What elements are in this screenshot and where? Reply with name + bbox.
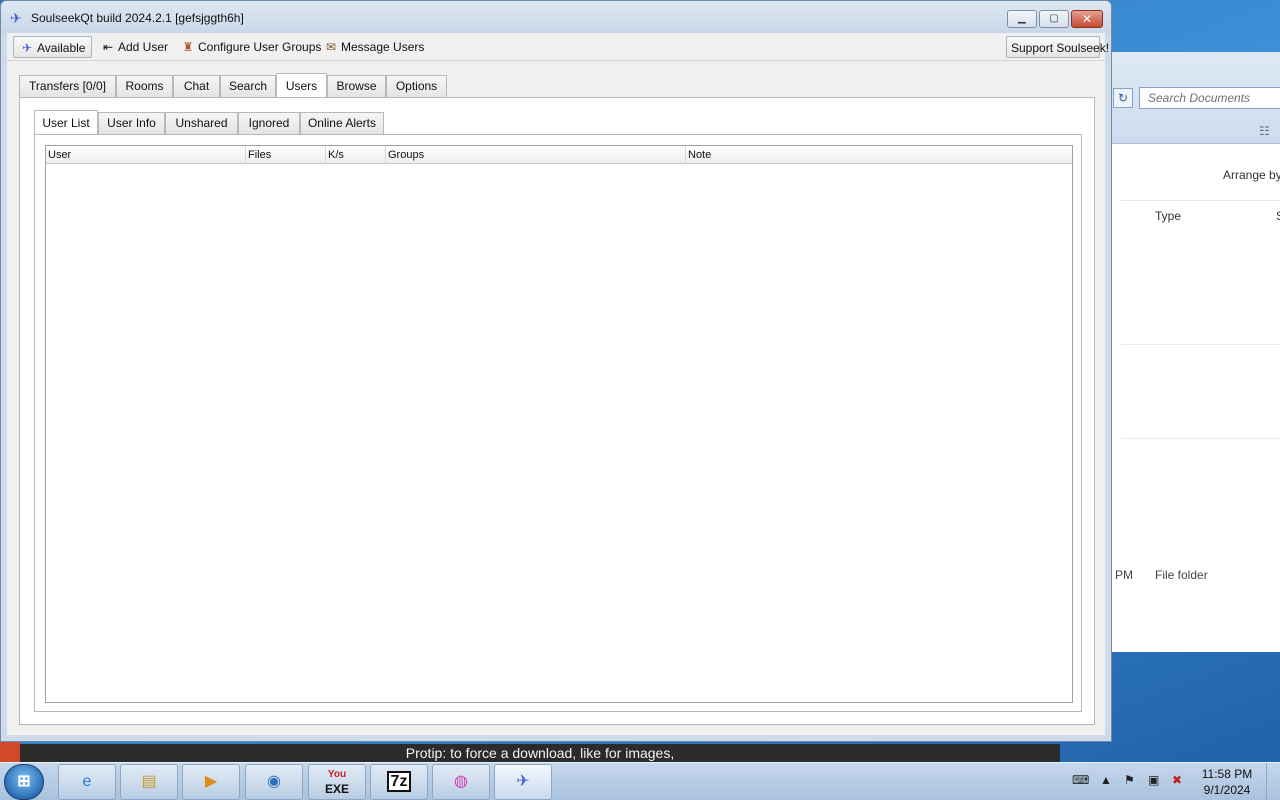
column-header-note[interactable]: Note — [686, 146, 1072, 164]
network-icon[interactable]: ▣ — [1148, 773, 1159, 787]
tab-search[interactable]: Search — [220, 75, 276, 97]
youtube-exe-top-label: You — [327, 769, 347, 780]
minimize-button[interactable]: ▁ — [1007, 10, 1037, 28]
column-header-size[interactable]: S — [1276, 209, 1280, 223]
window-title: SoulseekQt build 2024.2.1 [gefsjggth6h] — [31, 11, 244, 25]
tab-rooms[interactable]: Rooms — [116, 75, 173, 97]
main-toolbar: ✈ Available ⇤ Add User ♜ Configure User Gro… — [7, 33, 1109, 61]
show-hidden-icons-icon[interactable]: ▲ — [1100, 773, 1112, 787]
clock-time: 11:58 PM — [1201, 767, 1253, 781]
column-header-user[interactable]: User — [46, 146, 246, 164]
support-soulseek-button[interactable]: Support Soulseek! — [1006, 36, 1109, 58]
background-accent — [0, 742, 20, 762]
file-explorer-icon[interactable]: ▤ — [120, 764, 178, 800]
maximize-button[interactable]: ▢ — [1039, 10, 1069, 28]
user-groups-icon: ♜ — [182, 40, 194, 54]
youtube-exe-bottom-label: EXE — [324, 782, 349, 796]
file-row-type: File folder — [1155, 568, 1208, 582]
system-clock[interactable]: 11:58 PM 9/1/2024 — [1196, 766, 1258, 798]
volume-muted-icon[interactable]: ✖ — [1172, 773, 1182, 787]
tab-users[interactable]: Users — [276, 73, 327, 97]
divider — [1121, 344, 1280, 345]
configure-user-groups-label: Configure User Groups — [198, 40, 322, 54]
media-player-icon[interactable]: ▶ — [182, 764, 240, 800]
soulseek-window: ✈ SoulseekQt build 2024.2.1 [gefsjggth6h… — [0, 0, 1112, 742]
users-tab-panel: User List User Info Unshared Ignored Onl… — [19, 97, 1095, 725]
browser-globe-icon[interactable]: ◉ — [245, 764, 303, 800]
status-available-label: Available — [37, 41, 86, 55]
configure-user-groups-button[interactable]: ♜ Configure User Groups — [175, 36, 327, 58]
message-users-button[interactable]: ✉ Message Users — [318, 36, 430, 58]
message-icon: ✉ — [325, 40, 337, 54]
column-header-groups[interactable]: Groups — [386, 146, 686, 164]
user-list-table-header: User Files K/s Groups Note — [46, 146, 1072, 164]
subtab-user-info[interactable]: User Info — [98, 112, 165, 134]
tab-browse[interactable]: Browse — [327, 75, 386, 97]
youtube-exe-icon[interactable]: You EXE — [308, 764, 366, 800]
arrange-by-label[interactable]: Arrange by — [1223, 168, 1280, 182]
subtab-unshared[interactable]: Unshared — [165, 112, 238, 134]
add-user-icon: ⇤ — [102, 40, 114, 54]
subtab-online-alerts[interactable]: Online Alerts — [300, 112, 384, 134]
soulseek-app-icon: ✈ — [10, 10, 22, 26]
add-user-button[interactable]: ⇤ Add User — [95, 36, 174, 58]
windows-taskbar: ⊞ e ▤ ▶ ◉ You EXE 7z ◍ ✈ ⌨ ▲ ⚑ ▣ ✖ 11:58… — [0, 762, 1280, 800]
view-options-icon[interactable]: ☷ — [1259, 124, 1270, 138]
7zip-icon[interactable]: 7z — [370, 764, 428, 800]
column-header-type[interactable]: Type — [1155, 209, 1181, 223]
column-header-files[interactable]: Files — [246, 146, 326, 164]
subtab-user-list[interactable]: User List — [34, 110, 98, 134]
close-button[interactable]: ✕ — [1071, 10, 1103, 28]
status-available-button[interactable]: ✈ Available — [13, 36, 92, 58]
file-row-date: PM — [1115, 568, 1133, 582]
search-documents-input[interactable]: Search Documents — [1139, 87, 1280, 109]
column-header-speed[interactable]: K/s — [326, 146, 386, 164]
divider — [1121, 438, 1280, 439]
refresh-icon[interactable]: ↻ — [1113, 88, 1133, 108]
tab-options[interactable]: Options — [386, 75, 447, 97]
divider — [1121, 200, 1280, 201]
video-caption: Protip: to force a download, like for im… — [20, 744, 1060, 762]
show-desktop-button[interactable] — [1266, 763, 1280, 800]
keyboard-icon[interactable]: ⌨ — [1072, 773, 1089, 787]
pink-app-icon[interactable]: ◍ — [432, 764, 490, 800]
7zip-label: 7z — [386, 771, 412, 792]
soulseek-taskbar-icon[interactable]: ✈ — [494, 764, 552, 800]
action-center-flag-icon[interactable]: ⚑ — [1124, 773, 1135, 787]
clock-date: 9/1/2024 — [1203, 783, 1251, 797]
start-button[interactable]: ⊞ — [4, 764, 44, 800]
user-list-panel: User Files K/s Groups Note — [34, 134, 1082, 712]
tab-transfers[interactable]: Transfers [0/0] — [19, 75, 116, 97]
message-users-label: Message Users — [341, 40, 425, 54]
subtab-ignored[interactable]: Ignored — [238, 112, 300, 134]
title-bar[interactable]: ✈ SoulseekQt build 2024.2.1 [gefsjggth6h… — [1, 1, 1111, 33]
internet-explorer-icon[interactable]: e — [58, 764, 116, 800]
add-user-label: Add User — [118, 40, 169, 54]
window-client-area: ✈ Available ⇤ Add User ♜ Configure User Gro… — [7, 33, 1109, 735]
user-list-table[interactable]: User Files K/s Groups Note — [45, 145, 1073, 703]
soulseek-bird-icon: ✈ — [21, 41, 33, 55]
tab-chat[interactable]: Chat — [173, 75, 220, 97]
